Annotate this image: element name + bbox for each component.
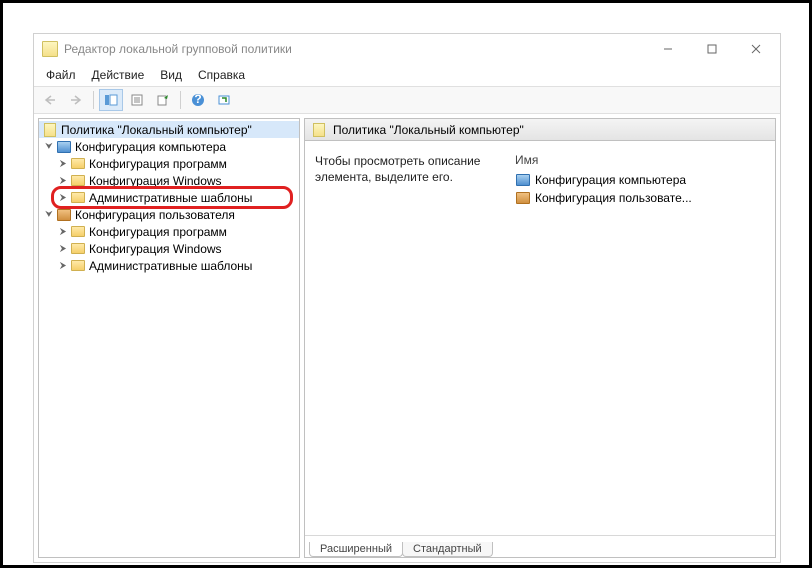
list-item-user-config[interactable]: Конфигурация пользовате...	[515, 189, 765, 207]
help-button[interactable]: ?	[186, 89, 210, 111]
tree-user-programs[interactable]: ⮞ Конфигурация программ	[39, 223, 299, 240]
expand-icon[interactable]: ⮞	[57, 192, 69, 203]
description-text: Чтобы просмотреть описание	[315, 153, 485, 169]
titlebar: Редактор локальной групповой политики	[34, 34, 780, 64]
list-pane: Имя Конфигурация компьютера Конфигурация…	[515, 153, 765, 523]
expand-icon[interactable]: ⮞	[57, 175, 69, 186]
tree-panel[interactable]: Политика "Локальный компьютер" ⮟ Конфигу…	[38, 118, 300, 558]
list-item-label: Конфигурация пользовате...	[535, 191, 692, 205]
tab-standard[interactable]: Стандартный	[402, 542, 493, 557]
folder-icon	[70, 190, 86, 206]
toolbar-separator	[180, 91, 181, 109]
folder-icon	[70, 241, 86, 257]
menu-file[interactable]: Файл	[38, 66, 84, 84]
screenshot-frame: Редактор локальной групповой политики Фа…	[0, 0, 812, 568]
app-window: Редактор локальной групповой политики Фа…	[33, 33, 781, 563]
tree-computer-config[interactable]: ⮟ Конфигурация компьютера	[39, 138, 299, 155]
tree-label: Административные шаблоны	[89, 191, 252, 205]
expand-icon[interactable]: ⮞	[57, 243, 69, 254]
user-icon	[56, 207, 72, 223]
tree-label: Конфигурация Windows	[89, 174, 222, 188]
tree-comp-admin-templates[interactable]: ⮞ Административные шаблоны	[39, 189, 299, 206]
description-pane: Чтобы просмотреть описание элемента, выд…	[315, 153, 485, 523]
collapse-icon[interactable]: ⮟	[43, 141, 55, 152]
column-header-name[interactable]: Имя	[515, 153, 765, 171]
tree-user-windows[interactable]: ⮞ Конфигурация Windows	[39, 240, 299, 257]
collapse-icon[interactable]: ⮟	[43, 209, 55, 220]
tree-comp-programs[interactable]: ⮞ Конфигурация программ	[39, 155, 299, 172]
menubar: Файл Действие Вид Справка	[34, 64, 780, 86]
svg-text:?: ?	[194, 93, 201, 106]
folder-icon	[70, 156, 86, 172]
details-header: Политика "Локальный компьютер"	[305, 119, 775, 141]
list-item-label: Конфигурация компьютера	[535, 173, 686, 187]
description-text: элемента, выделите его.	[315, 169, 485, 185]
policy-icon	[42, 122, 58, 138]
menu-help[interactable]: Справка	[190, 66, 253, 84]
policy-icon	[311, 122, 327, 138]
toolbar-separator	[93, 91, 94, 109]
folder-icon	[70, 173, 86, 189]
tree-label: Административные шаблоны	[89, 259, 252, 273]
tree-root-label: Политика "Локальный компьютер"	[61, 123, 252, 137]
expand-icon[interactable]: ⮞	[57, 158, 69, 169]
details-title: Политика "Локальный компьютер"	[333, 123, 524, 137]
tree-label: Конфигурация пользователя	[75, 208, 235, 222]
forward-button[interactable]	[64, 89, 88, 111]
tree-label: Конфигурация программ	[89, 225, 227, 239]
folder-icon	[70, 258, 86, 274]
show-tree-button[interactable]	[99, 89, 123, 111]
minimize-button[interactable]	[646, 35, 690, 63]
content-body: Политика "Локальный компьютер" ⮟ Конфигу…	[34, 114, 780, 562]
computer-icon	[56, 139, 72, 155]
tree-root[interactable]: Политика "Локальный компьютер"	[39, 121, 299, 138]
expand-icon[interactable]: ⮞	[57, 226, 69, 237]
back-button[interactable]	[38, 89, 62, 111]
window-title: Редактор локальной групповой политики	[64, 42, 646, 56]
details-content: Чтобы просмотреть описание элемента, выд…	[305, 141, 775, 535]
tree-label: Конфигурация программ	[89, 157, 227, 171]
tree-label: Конфигурация Windows	[89, 242, 222, 256]
menu-view[interactable]: Вид	[152, 66, 190, 84]
user-icon	[515, 190, 531, 206]
filter-button[interactable]	[212, 89, 236, 111]
tab-extended[interactable]: Расширенный	[309, 542, 403, 557]
computer-icon	[515, 172, 531, 188]
maximize-button[interactable]	[690, 35, 734, 63]
close-button[interactable]	[734, 35, 778, 63]
list-item-computer-config[interactable]: Конфигурация компьютера	[515, 171, 765, 189]
properties-button[interactable]	[125, 89, 149, 111]
tree-user-config[interactable]: ⮟ Конфигурация пользователя	[39, 206, 299, 223]
export-button[interactable]	[151, 89, 175, 111]
toolbar: ?	[34, 86, 780, 114]
tree-label: Конфигурация компьютера	[75, 140, 226, 154]
tree-comp-windows[interactable]: ⮞ Конфигурация Windows	[39, 172, 299, 189]
tree-user-admin-templates[interactable]: ⮞ Административные шаблоны	[39, 257, 299, 274]
app-icon	[42, 41, 58, 57]
folder-icon	[70, 224, 86, 240]
details-panel: Политика "Локальный компьютер" Чтобы про…	[304, 118, 776, 558]
menu-action[interactable]: Действие	[84, 66, 153, 84]
expand-icon[interactable]: ⮞	[57, 260, 69, 271]
view-tabs: Расширенный Стандартный	[305, 535, 775, 557]
